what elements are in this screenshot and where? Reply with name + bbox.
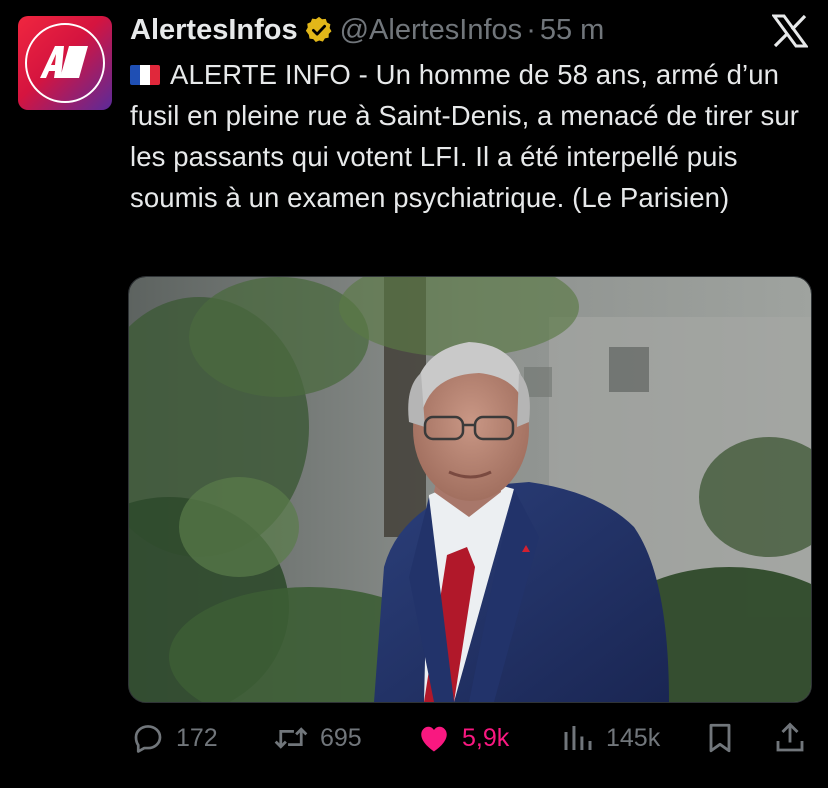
repost-count: 695 [320,723,362,752]
author-handle[interactable]: @AlertesInfos [340,14,523,47]
avatar[interactable] [18,16,112,110]
tweet-card[interactable]: AlertesInfos @AlertesInfos · 55 m ALERTE… [0,0,828,788]
tweet-body: ALERTE INFO - Un homme de 58 ans, armé d… [130,59,799,213]
alertesinfos-logo-icon [40,46,88,78]
bookmark-icon [709,723,731,753]
views-button[interactable]: 145k [560,718,660,758]
views-icon [564,726,592,750]
like-count: 5,9k [462,723,510,752]
tweet-image[interactable] [128,276,812,703]
repost-icon [274,727,308,749]
reply-button[interactable]: 172 [130,718,218,758]
reply-icon [134,725,162,753]
views-count: 145k [606,723,661,752]
share-icon [776,722,804,752]
timestamp[interactable]: 55 m [540,14,604,47]
tweet-header: AlertesInfos @AlertesInfos · 55 m [130,10,604,50]
heart-icon [421,726,447,752]
like-button[interactable]: 5,9k [416,718,509,758]
x-logo-icon[interactable] [772,14,808,48]
tweet-text: ALERTE INFO - Un homme de 58 ans, armé d… [130,54,820,218]
france-flag-icon [130,65,160,85]
separator-dot: · [526,13,536,46]
portrait-photo [129,277,811,702]
bookmark-button[interactable] [702,718,748,758]
author-name[interactable]: AlertesInfos [130,14,298,47]
verified-badge-icon [305,16,332,43]
repost-button[interactable]: 695 [272,718,362,758]
share-button[interactable] [772,718,818,758]
reply-count: 172 [176,723,218,752]
action-bar: 172 695 5,9k 145k [0,718,828,758]
